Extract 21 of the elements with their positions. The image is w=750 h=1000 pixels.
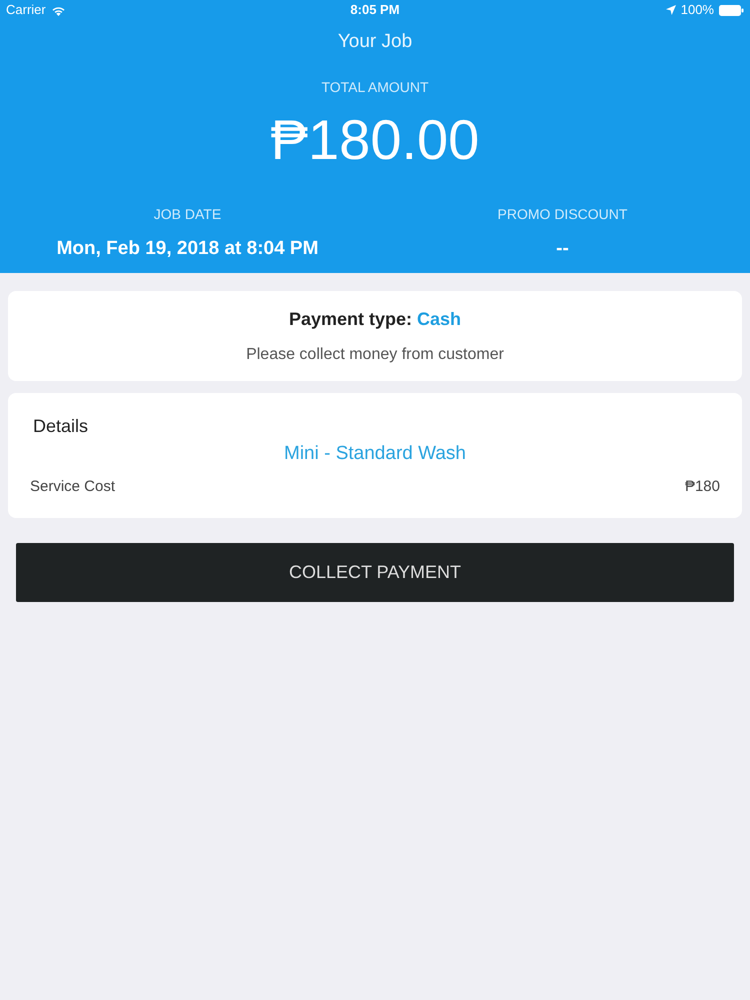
stat-value: -- — [556, 237, 569, 261]
service-cost-value: ₱180 — [684, 477, 720, 497]
stat-label: JOB DATE — [154, 205, 222, 223]
stat-label: PROMO DISCOUNT — [498, 205, 628, 223]
screen-title: Your Job — [338, 30, 412, 54]
stat-value: Mon, Feb 19, 2018 at 8:04 PM — [56, 237, 318, 261]
payment-type-label: Payment type: — [288, 308, 412, 331]
details-title: Details — [32, 415, 88, 437]
service-cost-label: Service Cost — [30, 477, 116, 497]
payment-note: Please collect money from customer — [246, 344, 504, 364]
total-amount-value: ₱180.00 — [270, 108, 480, 172]
carrier-label: Carrier — [6, 1, 46, 20]
total-amount-label: TOTAL AMOUNT — [321, 78, 429, 96]
battery-percentage: 100% — [680, 1, 714, 20]
battery-icon — [718, 4, 744, 16]
service-name: Mini - Standard Wash — [284, 442, 466, 466]
location-arrow-icon — [666, 5, 676, 15]
status-time: 8:05 PM — [350, 1, 400, 20]
collect-payment-button[interactable]: COLLECT PAYMENT — [16, 543, 734, 602]
wifi-icon — [50, 4, 66, 16]
payment-type-value: Cash — [417, 308, 462, 330]
